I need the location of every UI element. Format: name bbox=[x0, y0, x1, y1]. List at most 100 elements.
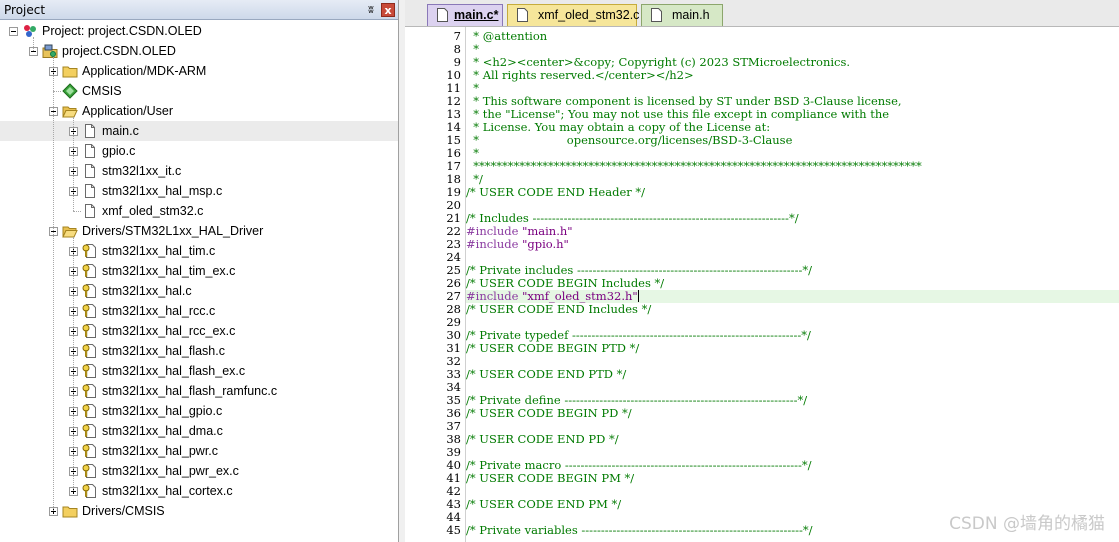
tree-item-label: Application/MDK-ARM bbox=[82, 64, 207, 78]
code-line[interactable]: /* USER CODE END PD */ bbox=[466, 433, 1119, 446]
file-icon bbox=[82, 143, 98, 159]
code-line[interactable]: /* USER CODE END Includes */ bbox=[466, 303, 1119, 316]
tree-item[interactable]: stm32l1xx_hal_flash.c bbox=[0, 341, 398, 361]
tree-item[interactable]: stm32l1xx_hal_cortex.c bbox=[0, 481, 398, 501]
file-icon bbox=[82, 123, 98, 139]
code-line[interactable]: * opensource.org/licenses/BSD-3-Clause bbox=[466, 134, 1119, 147]
tree-item[interactable]: stm32l1xx_hal_flash_ex.c bbox=[0, 361, 398, 381]
tree-item[interactable]: stm32l1xx_hal_pwr_ex.c bbox=[0, 461, 398, 481]
file-icon bbox=[437, 8, 448, 22]
tree-item[interactable]: stm32l1xx_it.c bbox=[0, 161, 398, 181]
tree-item-label: xmf_oled_stm32.c bbox=[102, 204, 204, 218]
tree-item[interactable]: Project: project.CSDN.OLED bbox=[0, 21, 398, 41]
project-icon bbox=[22, 23, 38, 39]
code-token: * License. You may obtain a copy of the … bbox=[466, 120, 771, 134]
line-number-gutter: 7 8 9 10 11 12 13 14 15 16 17 18 19 20 21 22 23 24 25 26 27 2… bbox=[405, 27, 466, 542]
code-line[interactable]: /* USER CODE BEGIN PM */ bbox=[466, 472, 1119, 485]
code-token: /* Private typedef ---------------------… bbox=[466, 328, 811, 342]
text-cursor bbox=[637, 290, 639, 302]
code-token: /* Private define ----------------------… bbox=[466, 393, 808, 407]
tree-item[interactable]: stm32l1xx_hal_tim.c bbox=[0, 241, 398, 261]
code-line[interactable]: /* USER CODE BEGIN PTD */ bbox=[466, 342, 1119, 355]
tree-item[interactable]: main.c bbox=[0, 121, 398, 141]
tree-item[interactable]: stm32l1xx_hal_pwr.c bbox=[0, 441, 398, 461]
tree-item[interactable]: xmf_oled_stm32.c bbox=[0, 201, 398, 221]
code-token: * opensource.org/licenses/BSD-3-Clause bbox=[466, 133, 793, 147]
code-token: /* USER CODE BEGIN PM */ bbox=[466, 471, 635, 485]
collapse-icon[interactable] bbox=[9, 27, 18, 36]
tree-item[interactable]: stm32l1xx_hal.c bbox=[0, 281, 398, 301]
tree-item[interactable]: Drivers/CMSIS bbox=[0, 501, 398, 521]
locked-file-icon bbox=[82, 263, 98, 279]
tree-item[interactable]: stm32l1xx_hal_rcc.c bbox=[0, 301, 398, 321]
code-token: * the "License"; You may not use this fi… bbox=[466, 107, 890, 121]
locked-file-icon bbox=[82, 403, 98, 419]
file-icon bbox=[517, 8, 528, 22]
cmsis-icon bbox=[62, 83, 78, 99]
tree-item-label: Application/User bbox=[82, 104, 174, 118]
tree-item[interactable]: stm32l1xx_hal_gpio.c bbox=[0, 401, 398, 421]
project-panel-header: Project ʬ x bbox=[0, 0, 398, 20]
code-line[interactable]: * @attention bbox=[466, 30, 1119, 43]
code-line[interactable]: /* USER CODE END Header */ bbox=[466, 186, 1119, 199]
tree-item[interactable]: Application/MDK-ARM bbox=[0, 61, 398, 81]
tree-item-label: stm32l1xx_hal_cortex.c bbox=[102, 484, 233, 498]
code-line[interactable]: /* USER CODE END PTD */ bbox=[466, 368, 1119, 381]
pin-icon[interactable]: ʬ bbox=[364, 3, 378, 17]
line-number: 45 bbox=[446, 523, 461, 537]
code-line[interactable]: #include "gpio.h" bbox=[466, 238, 1119, 251]
tree-item-label: stm32l1xx_hal_tim_ex.c bbox=[102, 264, 236, 278]
project-tree: Project: project.CSDN.OLED project.CSDN.O… bbox=[0, 21, 398, 542]
code-token: /* USER CODE END PM */ bbox=[466, 497, 622, 511]
tree-item[interactable]: stm32l1xx_hal_dma.c bbox=[0, 421, 398, 441]
editor-tab-bar: main.c* xmf_oled_stm32.c main.h bbox=[405, 0, 1119, 27]
tree-item[interactable]: stm32l1xx_hal_msp.c bbox=[0, 181, 398, 201]
tree-item-label: project.CSDN.OLED bbox=[62, 44, 176, 58]
close-panel-button[interactable]: x bbox=[381, 2, 395, 17]
locked-file-icon bbox=[82, 483, 98, 499]
line-number: 8 bbox=[453, 42, 461, 56]
tree-item[interactable]: gpio.c bbox=[0, 141, 398, 161]
code-line[interactable]: ****************************************… bbox=[466, 160, 1119, 173]
tree-item[interactable]: CMSIS bbox=[0, 81, 398, 101]
tree-item-label: stm32l1xx_hal_rcc_ex.c bbox=[102, 324, 236, 338]
code-token: /* USER CODE END PTD */ bbox=[466, 367, 627, 381]
tree-item[interactable]: stm32l1xx_hal_flash_ramfunc.c bbox=[0, 381, 398, 401]
tree-item-label: stm32l1xx_it.c bbox=[102, 164, 182, 178]
watermark: CSDN @墙角的橘猫 bbox=[949, 514, 1105, 534]
tree-item-label: stm32l1xx_hal_dma.c bbox=[102, 424, 223, 438]
file-icon bbox=[82, 163, 98, 179]
tree-item-label: Drivers/STM32L1xx_HAL_Driver bbox=[82, 224, 264, 238]
code-line[interactable]: * All rights reserved.</center></h2> bbox=[466, 69, 1119, 82]
tree-item[interactable]: Application/User bbox=[0, 101, 398, 121]
tab-main-h[interactable]: main.h bbox=[641, 4, 723, 26]
code-text-area[interactable]: * @attention * * <h2><center>&copy; Copy… bbox=[466, 27, 1119, 542]
tree-guide-line bbox=[73, 237, 74, 491]
tree-item[interactable]: stm32l1xx_hal_tim_ex.c bbox=[0, 261, 398, 281]
code-token: * bbox=[466, 146, 480, 160]
code-token: "main.h" bbox=[522, 224, 573, 238]
target-icon bbox=[42, 43, 58, 59]
locked-file-icon bbox=[82, 443, 98, 459]
code-token: /* USER CODE BEGIN PTD */ bbox=[466, 341, 640, 355]
code-token: "xmf_oled_stm32.h" bbox=[522, 289, 638, 303]
code-token: #include bbox=[466, 289, 523, 303]
code-editor: main.c* xmf_oled_stm32.c main.h 7 8 9 10 11 1… bbox=[405, 0, 1119, 542]
tab-label: xmf_oled_stm32.c bbox=[538, 8, 640, 22]
tree-connector bbox=[53, 91, 61, 92]
locked-file-icon bbox=[82, 463, 98, 479]
code-line[interactable]: /* USER CODE BEGIN PD */ bbox=[466, 407, 1119, 420]
tree-guide-line bbox=[33, 37, 34, 51]
tree-item[interactable]: project.CSDN.OLED bbox=[0, 41, 398, 61]
code-token: /* USER CODE END Header */ bbox=[466, 185, 646, 199]
code-token: /* USER CODE BEGIN PD */ bbox=[466, 406, 632, 420]
tree-item-label: stm32l1xx_hal_pwr_ex.c bbox=[102, 464, 239, 478]
tab-xmf-oled-stm32-c[interactable]: xmf_oled_stm32.c bbox=[507, 4, 640, 26]
code-token: * All rights reserved.</center></h2> bbox=[466, 68, 694, 82]
tree-item[interactable]: Drivers/STM32L1xx_HAL_Driver bbox=[0, 221, 398, 241]
locked-file-icon bbox=[82, 283, 98, 299]
tree-item-label: stm32l1xx_hal_pwr.c bbox=[102, 444, 219, 458]
tab-main-c[interactable]: main.c* bbox=[427, 4, 503, 26]
tree-item[interactable]: stm32l1xx_hal_rcc_ex.c bbox=[0, 321, 398, 341]
file-icon bbox=[82, 183, 98, 199]
